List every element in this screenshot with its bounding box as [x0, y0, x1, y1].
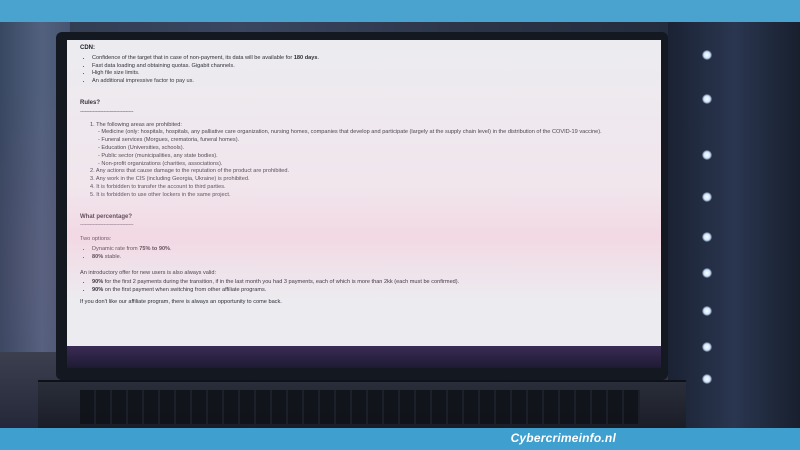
bold-text: 80% — [92, 253, 104, 260]
brand-watermark: Cybercrimeinfo.nl — [510, 431, 616, 445]
list-item: High file size limits. — [92, 70, 650, 78]
rack-light — [702, 306, 712, 316]
offer-intro: An introductory offer for new users is a… — [80, 269, 217, 276]
document-content: CDN: Confidence of the target that in ca… — [80, 45, 650, 307]
text: Confidence of the target that in case of… — [92, 54, 294, 61]
rules-list: 1. The following areas are prohibited: -… — [80, 122, 650, 200]
text: . — [317, 54, 320, 61]
screen-bottom-edge — [67, 346, 661, 368]
rack-light — [702, 94, 712, 104]
bold-text: 75% to 90% — [139, 245, 171, 252]
rack-light — [702, 232, 712, 242]
bold-text: 90% — [92, 287, 104, 294]
list-item: Fast data loading and obtaining quotas. … — [92, 63, 650, 71]
text: Dynamic rate from — [92, 245, 140, 252]
list-item: - Public sector (municipalities, any sta… — [98, 152, 218, 159]
rack-light — [702, 374, 712, 384]
text: . — [170, 245, 172, 252]
options-list: Dynamic rate from 75% to 90%. 80% stable… — [80, 246, 650, 262]
offers-list: 90% for the first 2 payments during the … — [80, 279, 650, 295]
options-intro: Two options: — [80, 236, 112, 243]
bold-text: 90% — [92, 279, 104, 286]
text: for the first 2 payments during the tran… — [103, 279, 460, 286]
bold-text: 180 days — [293, 54, 318, 61]
list-item: - Funeral services (Morgues, crematoria,… — [98, 137, 240, 144]
list-item: Dynamic rate from 75% to 90%. — [92, 246, 650, 254]
rack-light — [702, 150, 712, 160]
top-banner — [0, 0, 800, 22]
list-item: An additional impressive factor to pay u… — [92, 78, 650, 86]
list-item: - Non-profit organizations (charities, a… — [98, 160, 223, 167]
laptop-screen: CDN: Confidence of the target that in ca… — [67, 40, 661, 368]
list-item: - Education (Universities, schools). — [98, 144, 185, 151]
cdn-list: Confidence of the target that in case of… — [80, 55, 650, 86]
rack-light — [702, 50, 712, 60]
text: stable. — [103, 253, 122, 260]
bottom-banner: Cybercrimeinfo.nl — [0, 428, 800, 450]
background-photo: CDN: Confidence of the target that in ca… — [0, 22, 800, 428]
laptop-keyboard — [80, 390, 640, 424]
divider: ---------------------------------- — [80, 222, 134, 229]
list-item: 90% for the first 2 payments during the … — [92, 279, 650, 287]
percentage-heading: What percentage? — [80, 213, 133, 220]
closing-text: If you don't like our affiliate program,… — [80, 298, 282, 305]
list-item: 90% on the first payment when switching … — [92, 287, 650, 295]
rack-light — [702, 192, 712, 202]
list-item: 3. Any work in the CIS (including Georgi… — [90, 176, 250, 183]
rack-light — [702, 268, 712, 278]
list-item: Confidence of the target that in case of… — [92, 55, 650, 63]
server-rack — [668, 22, 800, 428]
list-item: 80% stable. — [92, 254, 650, 262]
divider: ---------------------------------- — [80, 108, 134, 115]
list-item: 5. It is forbidden to use other lockers … — [90, 191, 231, 198]
list-item: - Medicine (only: hospitals, hospitals, … — [98, 129, 602, 136]
rules-heading: Rules? — [80, 99, 101, 106]
list-item: 1. The following areas are prohibited: — [90, 121, 182, 128]
text: on the first payment when switching from… — [103, 287, 267, 294]
rack-light — [702, 342, 712, 352]
list-item: 2. Any actions that cause damage to the … — [90, 168, 290, 175]
list-item: 4. It is forbidden to transfer the accou… — [90, 183, 226, 190]
cdn-heading: CDN: — [80, 45, 95, 51]
